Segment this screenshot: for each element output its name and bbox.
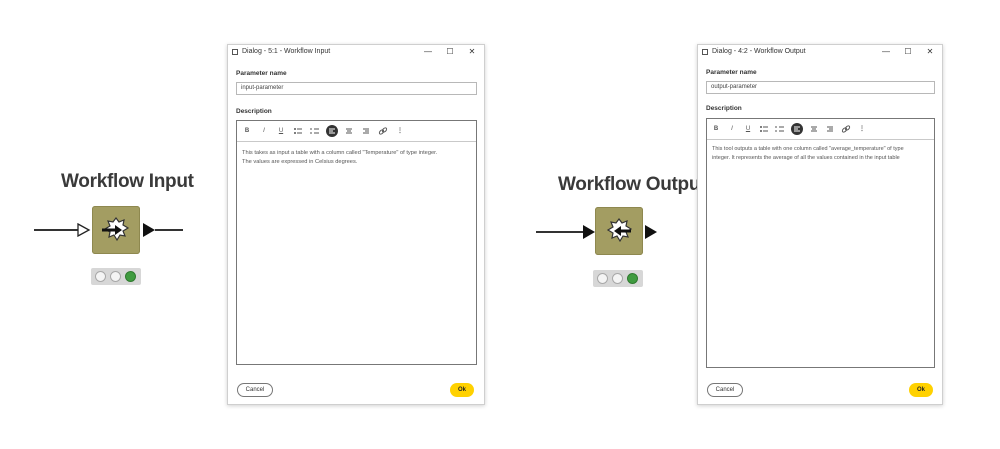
description-line-2: The values are expressed in Celsius degr… [242,159,358,165]
maximize-icon[interactable]: ☐ [444,46,456,58]
bullet-list-icon [294,128,302,134]
bullet-list-icon [760,126,768,132]
description-line-2: integer. It represents the average of al… [712,155,900,161]
align-left-icon [329,128,335,134]
status-red-light-icon [597,273,608,284]
italic-button[interactable]: I [726,123,738,135]
more-options-icon[interactable]: ⋮ [856,123,868,135]
workflow-output-node[interactable] [595,207,643,255]
numbered-list-icon [775,126,784,132]
status-green-light-icon [627,273,638,284]
parameter-name-label: Parameter name [236,70,287,77]
bold-button[interactable]: B [241,125,253,137]
numbered-list-button[interactable] [309,125,321,137]
workflow-output-node-title: Workflow Output [558,174,707,195]
close-icon[interactable]: ✕ [924,46,936,58]
description-text[interactable]: This takes as input a table with a colum… [242,149,471,167]
app-window-icon [702,49,708,55]
maximize-icon[interactable]: ☐ [902,46,914,58]
workflow-input-node[interactable] [92,206,140,254]
dialog-titlebar: Dialog - 4:2 - Workflow Output — ☐ ✕ [698,45,942,59]
bold-button[interactable]: B [710,123,722,135]
description-line-1: This takes as input a table with a colum… [242,150,438,156]
bullet-list-button[interactable] [758,123,770,135]
align-center-icon [346,128,352,134]
dialog-titlebar: Dialog - 5:1 - Workflow Input — ☐ ✕ [228,45,484,59]
editor-toolbar: B I U ⋮ [237,121,476,142]
status-yellow-light-icon [110,271,121,282]
close-icon[interactable]: ✕ [466,46,478,58]
input-connection-line [34,229,78,231]
underline-button[interactable]: U [275,125,287,137]
output-connection-line [155,229,183,231]
italic-button[interactable]: I [258,125,270,137]
link-icon [378,127,388,135]
description-editor[interactable]: B I U ⋮ This tool outputs a table with o… [706,118,935,368]
cancel-button[interactable]: Cancel [707,383,743,397]
input-port-triangle-icon[interactable] [582,224,596,240]
align-right-icon [363,128,369,134]
input-port-triangle-icon[interactable] [77,223,91,237]
align-center-icon [811,126,817,132]
link-button[interactable] [840,123,852,135]
ok-button[interactable]: Ok [450,383,474,397]
status-red-light-icon [95,271,106,282]
dialog-title: Dialog - 5:1 - Workflow Input [242,48,331,55]
editor-toolbar: B I U ⋮ [707,119,934,140]
align-right-button[interactable] [824,123,836,135]
parameter-name-input[interactable]: input-parameter [236,82,477,95]
minimize-icon[interactable]: — [422,46,434,58]
align-left-button[interactable] [326,125,338,137]
description-label: Description [236,108,272,115]
description-line-1: This tool outputs a table with one colum… [712,146,904,152]
bullet-list-button[interactable] [292,125,304,137]
workflow-input-dialog: Dialog - 5:1 - Workflow Input — ☐ ✕ Para… [227,44,485,405]
status-yellow-light-icon [612,273,623,284]
link-button[interactable] [377,125,389,137]
workflow-output-dialog: Dialog - 4:2 - Workflow Output — ☐ ✕ Par… [697,44,943,405]
node-status-traffic-light [91,268,141,285]
status-green-light-icon [125,271,136,282]
numbered-list-button[interactable] [774,123,786,135]
align-left-icon [794,126,800,132]
puzzle-arrow-in-icon [102,217,130,242]
output-port-triangle-icon[interactable] [644,224,658,240]
ok-button[interactable]: Ok [909,383,933,397]
more-options-icon[interactable]: ⋮ [394,125,406,137]
align-center-button[interactable] [808,123,820,135]
node-status-traffic-light [593,270,643,287]
description-editor[interactable]: B I U ⋮ This takes as input a table with… [236,120,477,365]
align-center-button[interactable] [343,125,355,137]
align-left-button[interactable] [791,123,803,135]
description-text[interactable]: This tool outputs a table with one colum… [712,145,929,163]
input-connection-line [536,231,584,233]
puzzle-arrow-out-icon [606,218,633,243]
parameter-name-label: Parameter name [706,69,757,76]
app-window-icon [232,49,238,55]
numbered-list-icon [310,128,319,134]
link-icon [841,125,851,133]
workflow-input-node-title: Workflow Input [61,171,194,192]
underline-button[interactable]: U [742,123,754,135]
output-port-triangle-icon[interactable] [142,222,156,238]
minimize-icon[interactable]: — [880,46,892,58]
align-right-button[interactable] [360,125,372,137]
parameter-name-input[interactable]: output-parameter [706,81,935,94]
cancel-button[interactable]: Cancel [237,383,273,397]
description-label: Description [706,105,742,112]
dialog-title: Dialog - 4:2 - Workflow Output [712,48,806,55]
align-right-icon [827,126,833,132]
